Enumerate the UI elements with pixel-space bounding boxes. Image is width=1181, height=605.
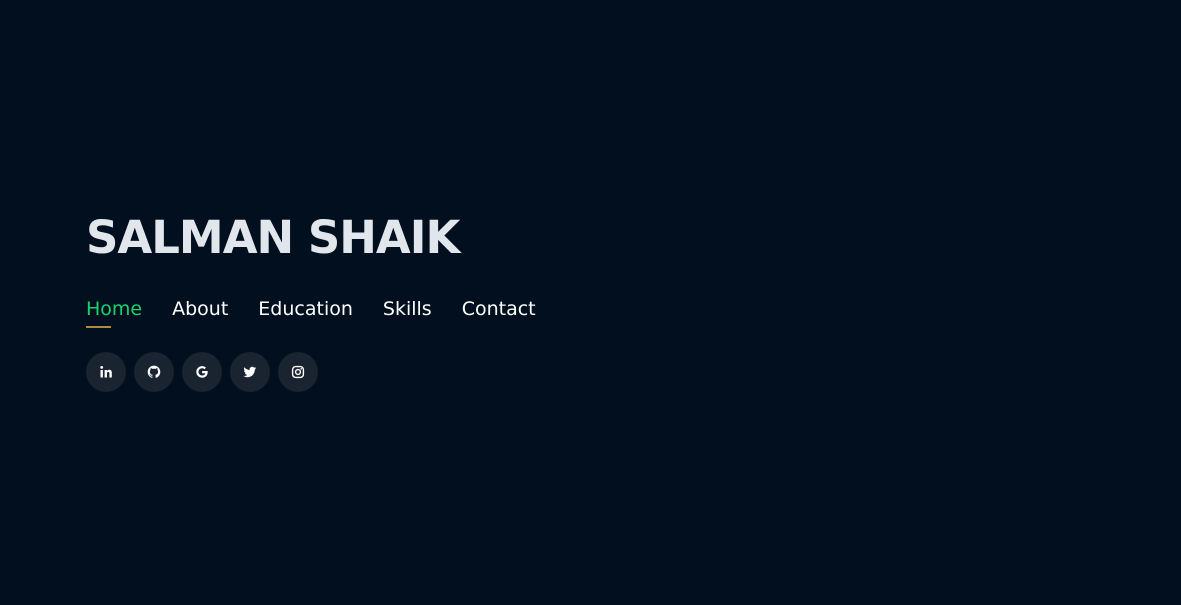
instagram-icon [291,365,305,379]
nav-item-contact[interactable]: Contact [462,296,536,322]
header: SALMAN SHAIK Home About Education Skills… [86,210,566,392]
github-link[interactable] [134,352,174,392]
google-icon [196,366,208,378]
site-title: SALMAN SHAIK [86,211,460,264]
linkedin-link[interactable] [86,352,126,392]
github-icon [147,365,161,378]
instagram-link[interactable] [278,352,318,392]
nav-item-home[interactable]: Home [86,296,142,328]
nav-item-about[interactable]: About [172,296,228,322]
social-links [86,352,566,392]
main-nav: Home About Education Skills Contact [86,296,566,336]
nav-item-education[interactable]: Education [258,296,353,322]
google-link[interactable] [182,352,222,392]
linkedin-icon [100,366,112,378]
twitter-icon [243,366,257,378]
twitter-link[interactable] [230,352,270,392]
nav-item-skills[interactable]: Skills [383,296,432,322]
